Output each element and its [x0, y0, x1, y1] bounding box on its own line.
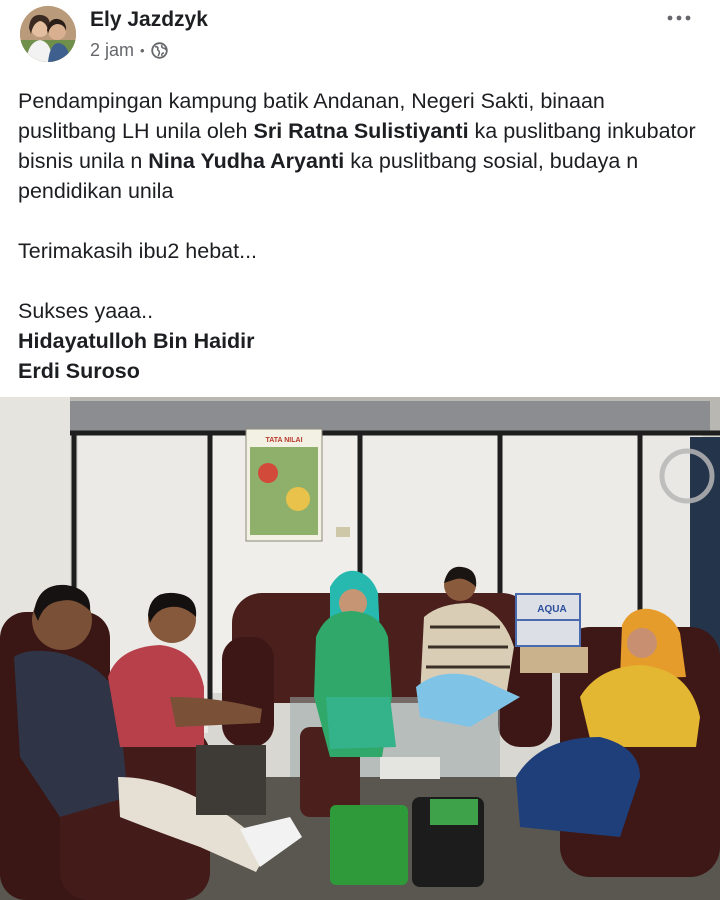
post-meta: 2 jam • [90, 40, 168, 61]
author-avatar[interactable] [20, 6, 76, 62]
more-dots-icon [667, 15, 691, 21]
tagged-person-2[interactable]: Nina Yudha Aryanti [148, 149, 344, 173]
post-paragraph-3: Sukses yaaa.. [18, 299, 154, 323]
box-label: AQUA [537, 604, 566, 615]
post-paragraph-2: Terimakasih ibu2 hebat... [18, 239, 258, 263]
globe-icon [150, 42, 168, 59]
author-name[interactable]: Ely Jazdzyk [90, 8, 208, 32]
post-paragraph-1: Pendampingan kampung batik Andanan, Nege… [18, 86, 708, 206]
meta-separator: • [140, 43, 145, 58]
poster-title: TATA NILAI [265, 437, 302, 444]
tagged-person-1[interactable]: Sri Ratna Sulistiyanti [253, 119, 468, 143]
post-photo[interactable]: TATA NILAI AQUA [0, 397, 720, 900]
tagged-person-3[interactable]: Hidayatulloh Bin Haidir [18, 329, 255, 353]
post-header: Ely Jazdzyk 2 jam • [0, 0, 720, 72]
post-time[interactable]: 2 jam [90, 40, 134, 61]
post-body: Pendampingan kampung batik Andanan, Nege… [18, 86, 708, 386]
meeting-photo: TATA NILAI AQUA [0, 397, 720, 900]
tagged-person-4[interactable]: Erdi Suroso [18, 359, 140, 383]
more-options-button[interactable] [666, 8, 692, 28]
